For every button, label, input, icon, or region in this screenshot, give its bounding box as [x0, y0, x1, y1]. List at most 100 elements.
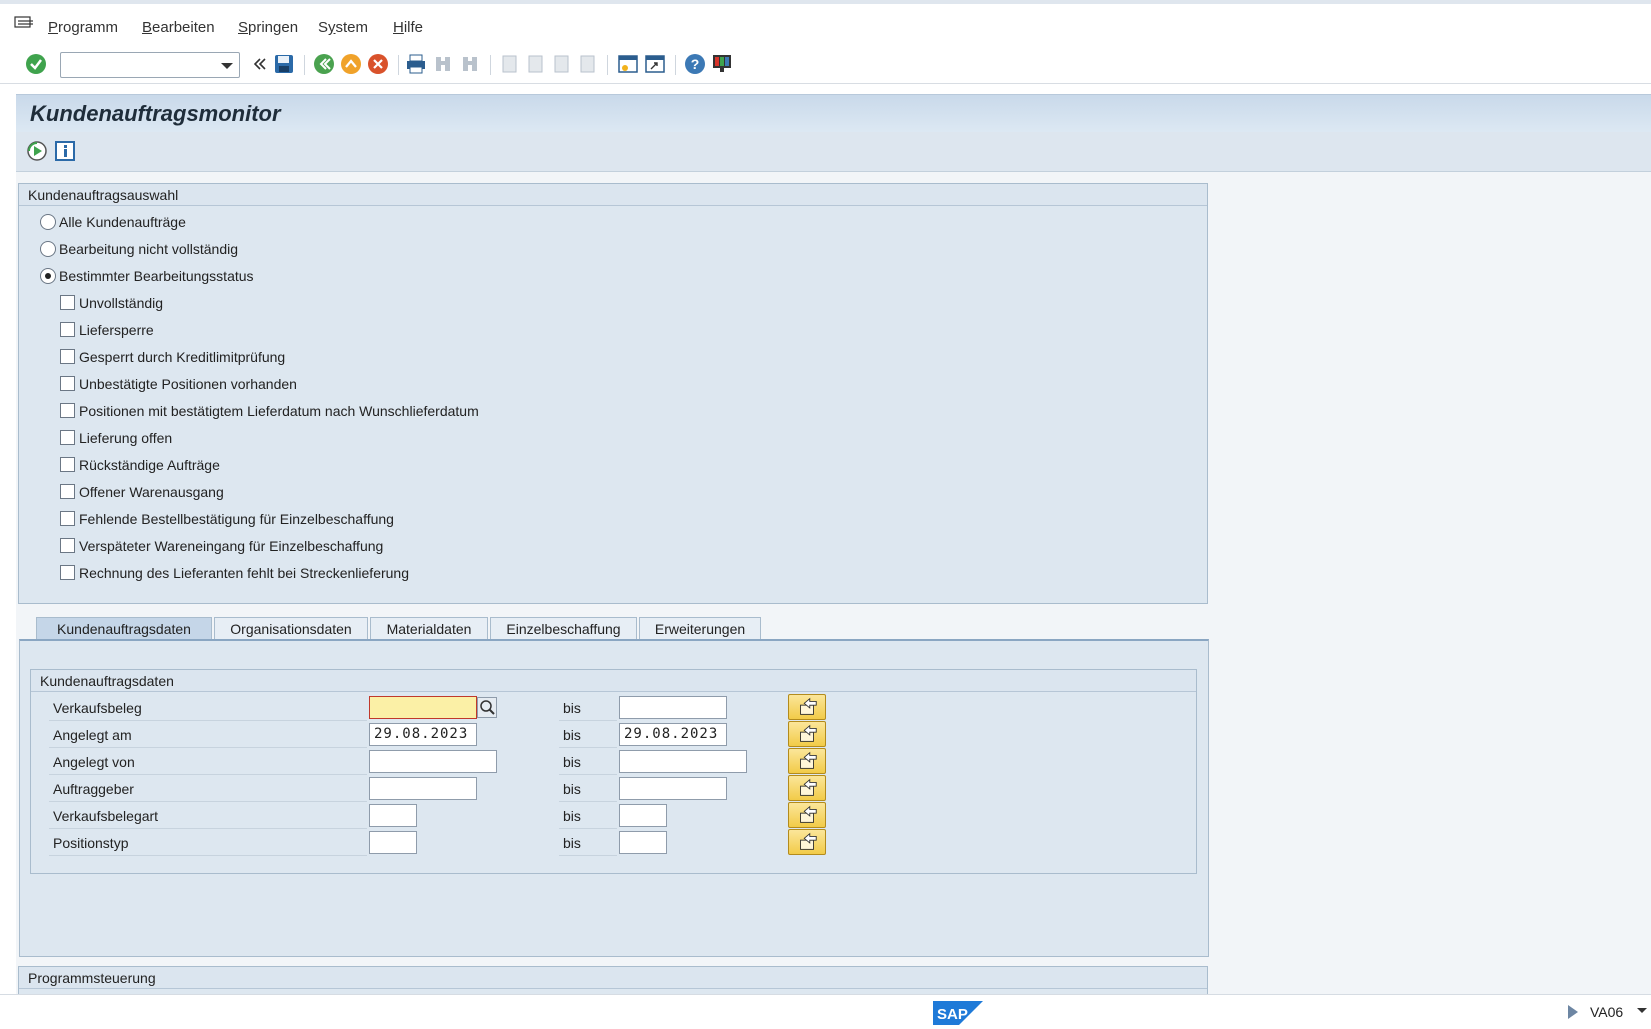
- checkbox[interactable]: [60, 511, 75, 526]
- sap-logo: SAP: [933, 1001, 983, 1025]
- back-icon[interactable]: [313, 53, 335, 75]
- previous-page-icon[interactable]: [524, 53, 546, 75]
- angelegt-am-from-input[interactable]: 29.08.2023: [369, 723, 477, 746]
- save-icon[interactable]: [273, 53, 295, 75]
- cancel-icon[interactable]: [367, 53, 389, 75]
- next-page-icon[interactable]: [550, 53, 572, 75]
- tab-einzelbeschaffung[interactable]: Einzelbeschaffung: [490, 617, 637, 639]
- tab-erweiterungen[interactable]: Erweiterungen: [639, 617, 761, 639]
- label-positionstyp: Positionstyp: [49, 830, 367, 856]
- checkbox[interactable]: [60, 457, 75, 472]
- last-page-icon[interactable]: [576, 53, 598, 75]
- checkbox[interactable]: [60, 538, 75, 553]
- angelegt-von-from-input[interactable]: [369, 750, 497, 773]
- find-next-icon[interactable]: [459, 53, 481, 75]
- auftraggeber-from-input[interactable]: [369, 777, 477, 800]
- info-icon[interactable]: [54, 140, 76, 162]
- bis-label: bis: [559, 776, 617, 802]
- execute-icon[interactable]: [26, 140, 48, 162]
- selection-group-title: Kundenauftragsauswahl: [19, 184, 1207, 206]
- menu-icon[interactable]: [14, 16, 34, 30]
- checkbox[interactable]: [60, 565, 75, 580]
- play-icon[interactable]: [1568, 1005, 1578, 1019]
- checkbox-label: Lieferung offen: [79, 430, 173, 446]
- multiple-selection-icon[interactable]: [788, 694, 826, 720]
- tab-organisationsdaten[interactable]: Organisationsdaten: [214, 617, 368, 639]
- tab-materialdaten[interactable]: Materialdaten: [370, 617, 488, 639]
- verkaufsbelegart-to-input[interactable]: [619, 804, 667, 827]
- checkbox[interactable]: [60, 295, 75, 310]
- menu-hilfe[interactable]: Hilfe: [393, 19, 423, 36]
- checkbox-label: Fehlende Bestellbestätigung für Einzelbe…: [79, 511, 394, 527]
- bis-label: bis: [559, 803, 617, 829]
- verkaufsbeleg-to-input[interactable]: [619, 696, 727, 719]
- multiple-selection-icon[interactable]: [788, 721, 826, 747]
- command-field[interactable]: [60, 52, 240, 78]
- menu-springen[interactable]: Springen: [238, 19, 298, 36]
- angelegt-von-to-input[interactable]: [619, 750, 747, 773]
- checkbox[interactable]: [60, 430, 75, 445]
- order-data-group-title: Kundenauftragsdaten: [31, 670, 1196, 692]
- new-session-icon[interactable]: [617, 53, 639, 75]
- checkbox[interactable]: [60, 403, 75, 418]
- label-verkaufsbeleg: Verkaufsbeleg: [49, 695, 367, 721]
- toolbar-separator: [398, 55, 399, 75]
- checkbox[interactable]: [60, 376, 75, 391]
- toolbar-separator: [675, 55, 676, 75]
- checkbox[interactable]: [60, 322, 75, 337]
- menu-bar: Programm Bearbeiten Springen System Hilf…: [0, 0, 1651, 46]
- multiple-selection-icon[interactable]: [788, 775, 826, 801]
- verkaufsbeleg-from-input[interactable]: [369, 696, 477, 719]
- program-control-title: Programmsteuerung: [19, 967, 1207, 989]
- checkbox-label: Rechnung des Lieferanten fehlt bei Strec…: [79, 565, 409, 581]
- bis-label: bis: [559, 722, 617, 748]
- radio-button-selected[interactable]: [40, 268, 56, 284]
- sap-logo-text: SAP: [937, 1006, 968, 1023]
- verkaufsbelegart-from-input[interactable]: [369, 804, 417, 827]
- enter-icon[interactable]: [25, 53, 47, 75]
- multiple-selection-icon[interactable]: [788, 748, 826, 774]
- chevron-down-icon[interactable]: [221, 63, 233, 69]
- program-control-group: Programmsteuerung: [18, 966, 1208, 994]
- bis-label: bis: [559, 695, 617, 721]
- first-page-icon[interactable]: [498, 53, 520, 75]
- menu-bearbeiten[interactable]: Bearbeiten: [142, 19, 215, 36]
- multiple-selection-icon[interactable]: [788, 829, 826, 855]
- checkbox-label: Verspäteter Wareneingang für Einzelbesch…: [79, 538, 384, 554]
- help-icon[interactable]: ?: [684, 53, 706, 75]
- auftraggeber-to-input[interactable]: [619, 777, 727, 800]
- tab-kundenauftragsdaten[interactable]: Kundenauftragsdaten: [36, 617, 212, 639]
- checkbox-label: Unbestätigte Positionen vorhanden: [79, 376, 297, 392]
- positionstyp-from-input[interactable]: [369, 831, 417, 854]
- menu-system[interactable]: System: [318, 19, 368, 36]
- toolbar-separator: [607, 55, 608, 75]
- transaction-code[interactable]: VA06: [1590, 1004, 1623, 1020]
- status-bar: SAP VA06: [0, 994, 1651, 1029]
- radio-button[interactable]: [40, 241, 56, 257]
- checkbox-label: Unvollständig: [79, 295, 164, 311]
- label-angelegt-von: Angelegt von: [49, 749, 367, 775]
- page-title: Kundenauftragsmonitor: [30, 101, 281, 126]
- chevron-down-icon[interactable]: [1637, 1008, 1647, 1013]
- svg-text:?: ?: [691, 56, 700, 72]
- bis-label: bis: [559, 749, 617, 775]
- search-help-icon[interactable]: [477, 697, 497, 718]
- find-icon[interactable]: [432, 53, 454, 75]
- positionstyp-to-input[interactable]: [619, 831, 667, 854]
- multiple-selection-icon[interactable]: [788, 802, 826, 828]
- customize-layout-icon[interactable]: [711, 53, 733, 75]
- angelegt-am-to-input[interactable]: 29.08.2023: [619, 723, 727, 746]
- create-shortcut-icon[interactable]: [644, 53, 666, 75]
- collapse-icon[interactable]: [248, 53, 270, 75]
- print-icon[interactable]: [405, 53, 427, 75]
- checkbox[interactable]: [60, 349, 75, 364]
- checkbox-label: Rückständige Aufträge: [79, 457, 220, 473]
- title-bar: Kundenauftragsmonitor: [16, 94, 1651, 132]
- radio-label: Bearbeitung nicht vollständig: [59, 241, 239, 257]
- application-toolbar: [16, 132, 1651, 172]
- menu-programm[interactable]: Programm: [48, 19, 118, 36]
- radio-button[interactable]: [40, 214, 56, 230]
- checkbox-label: Positionen mit bestätigtem Lieferdatum n…: [79, 403, 479, 419]
- checkbox[interactable]: [60, 484, 75, 499]
- exit-icon[interactable]: [340, 53, 362, 75]
